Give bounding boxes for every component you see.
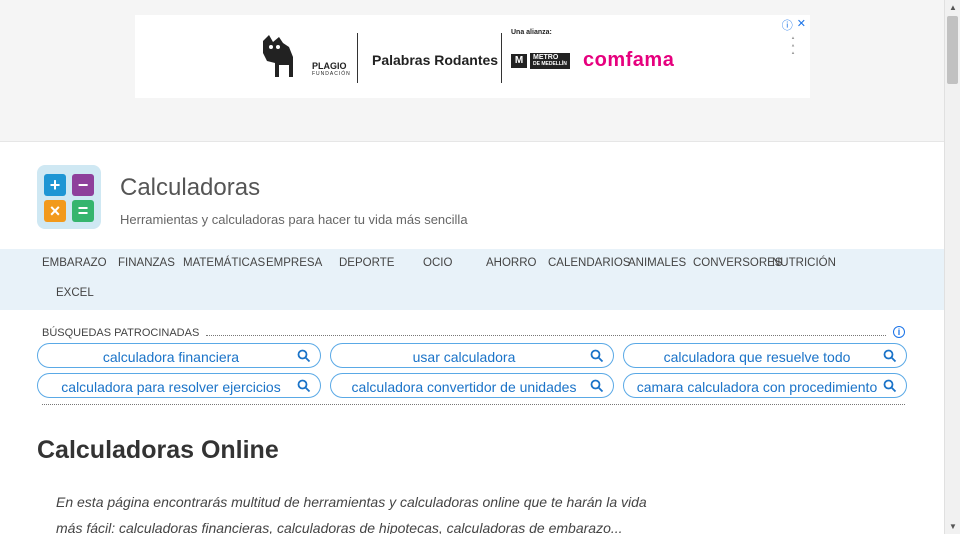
metro-icon: M (511, 54, 527, 68)
nav-item-conversores[interactable]: CONVERSORES (693, 257, 782, 269)
search-icon (590, 379, 604, 393)
intro-paragraph: En esta página encontrarás multitud de h… (56, 494, 647, 534)
nav-item-animales[interactable]: ANIMALES (628, 257, 686, 269)
plus-icon: + (44, 174, 66, 196)
plagio-name: PLAGIO FUNDACIÓN (312, 61, 351, 77)
ad-side-label: ▴ ▴ ▴ (790, 35, 796, 56)
multiply-icon: × (44, 200, 66, 222)
divider (206, 335, 886, 336)
info-icon[interactable]: ⓘ (782, 17, 793, 33)
nav-item-embarazo[interactable]: EMBARAZO (42, 257, 107, 269)
ad-choices[interactable]: ⓘ ✕ (782, 17, 806, 33)
nav-item-finanzas[interactable]: FINANZAS (118, 257, 175, 269)
nav-item-matematicas[interactable]: MATEMÁTICAS (183, 257, 265, 269)
nav-item-nutricion[interactable]: NUTRICIÓN (772, 257, 836, 269)
sponsored-search-button[interactable]: calculadora convertidor de unidades (330, 373, 614, 398)
ad-divider (357, 33, 358, 83)
sponsored-search-button[interactable]: usar calculadora (330, 343, 614, 368)
comfama-logo: comfama (583, 49, 675, 71)
ad-alianza: Una alianza: (511, 29, 552, 36)
nav-item-excel[interactable]: EXCEL (56, 287, 94, 299)
sponsored-search-button[interactable]: calculadora que resuelve todo (623, 343, 907, 368)
site-tagline: Herramientas y calculadoras para hacer t… (120, 212, 468, 227)
scroll-down-icon[interactable]: ▼ (949, 522, 957, 531)
close-icon[interactable]: ✕ (797, 17, 806, 33)
scrollbar-thumb[interactable] (947, 16, 958, 84)
ad-palabras: Palabras Rodantes (372, 52, 499, 68)
search-icon (297, 349, 311, 363)
main-nav: EMBARAZO FINANZAS MATEMÁTICAS EMPRESA DE… (0, 249, 944, 310)
nav-item-calendarios[interactable]: CALENDARIOS (548, 257, 630, 269)
search-icon (590, 349, 604, 363)
info-icon[interactable]: i (893, 326, 905, 338)
site-title[interactable]: Calculadoras (120, 174, 260, 202)
nav-item-ocio[interactable]: OCIO (423, 257, 452, 269)
sponsored-search-button[interactable]: camara calculadora con procedimiento (623, 373, 907, 398)
sponsored-search-button[interactable]: calculadora financiera (37, 343, 321, 368)
search-icon (883, 379, 897, 393)
nav-item-ahorro[interactable]: AHORRO (486, 257, 536, 269)
calculator-logo-icon[interactable]: + − × = (37, 165, 101, 229)
divider (42, 404, 905, 405)
metro-logo: M METRO DE MEDELLÍN (511, 53, 570, 69)
nav-item-empresa[interactable]: EMPRESA (266, 257, 322, 269)
search-icon (297, 379, 311, 393)
page-heading: Calculadoras Online (37, 436, 279, 464)
nav-item-deporte[interactable]: DEPORTE (339, 257, 394, 269)
equals-icon: = (72, 200, 94, 222)
ad-divider (501, 33, 502, 83)
sponsored-label: BÚSQUEDAS PATROCINADAS (42, 327, 200, 339)
search-icon (883, 349, 897, 363)
ad-banner-area: ⓘ ✕ PLAGIO FUNDACIÓN Palabras Rodantes U… (0, 0, 944, 142)
sponsored-search-button[interactable]: calculadora para resolver ejercicios (37, 373, 321, 398)
ad-banner[interactable]: ⓘ ✕ PLAGIO FUNDACIÓN Palabras Rodantes U… (135, 15, 810, 98)
scroll-up-icon[interactable]: ▲ (949, 3, 957, 12)
minus-icon: − (72, 174, 94, 196)
vertical-scrollbar[interactable]: ▲ ▼ (944, 0, 960, 534)
